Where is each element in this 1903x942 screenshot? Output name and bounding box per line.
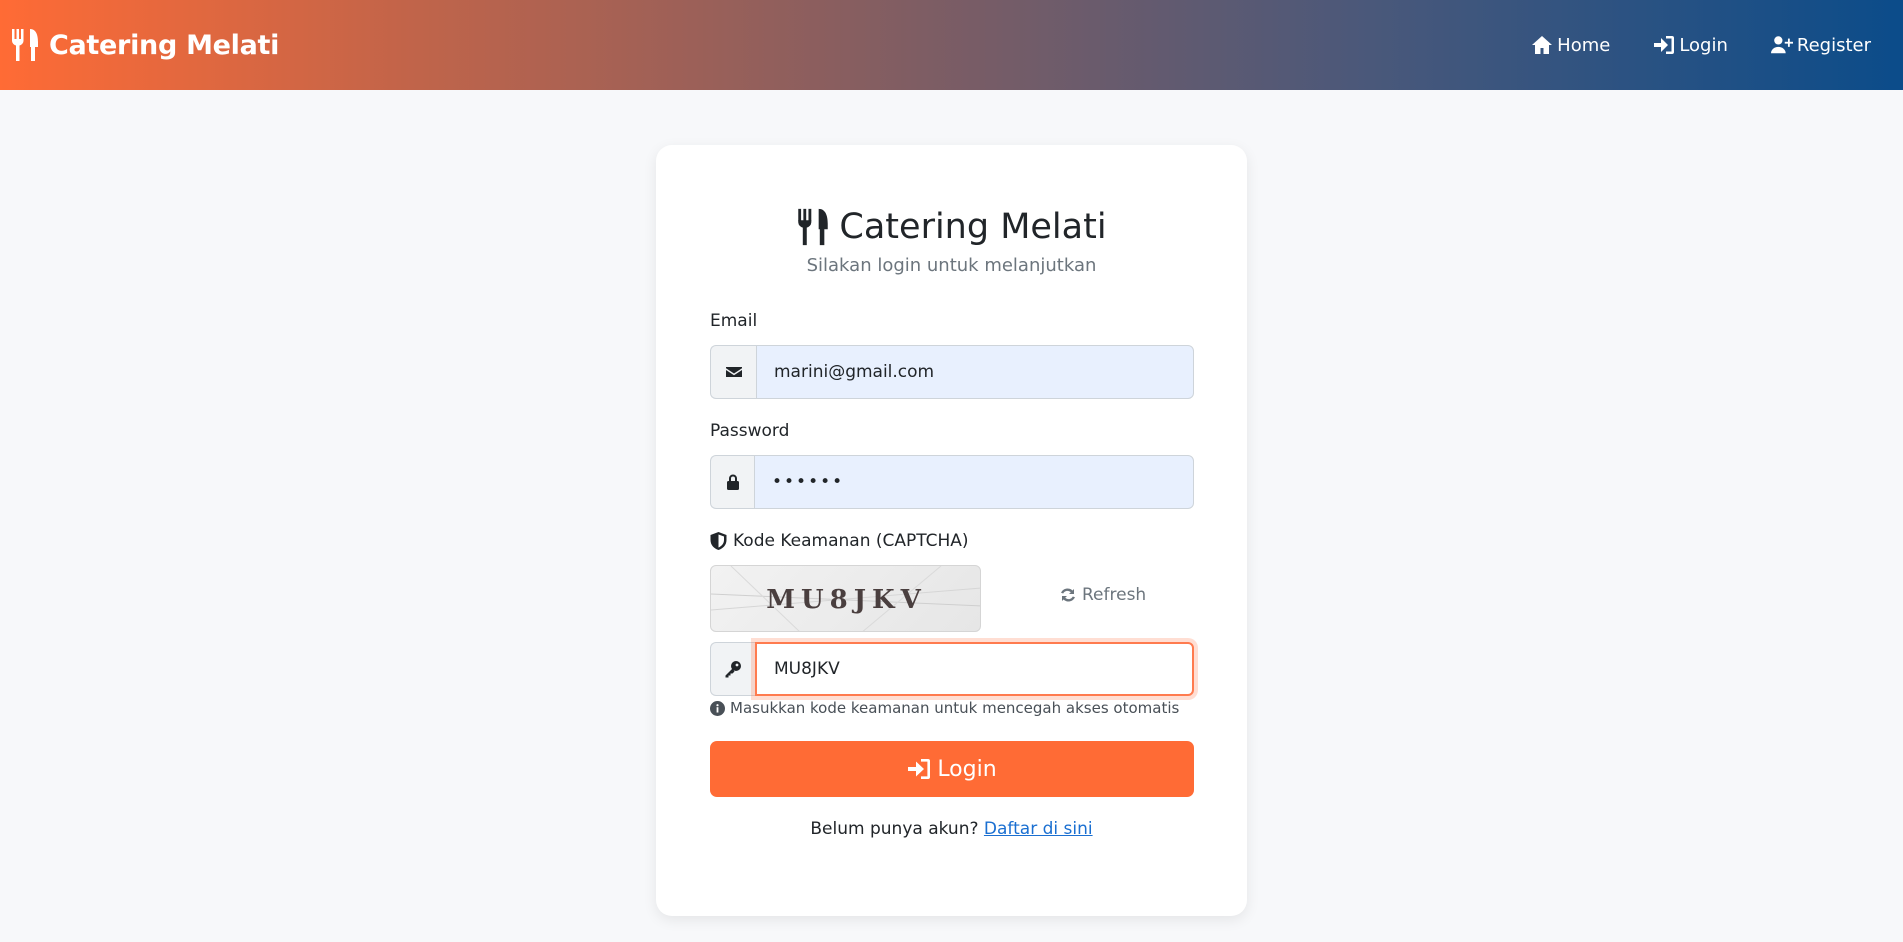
login-card: Catering Melati Silakan login untuk mela…: [656, 145, 1247, 916]
envelope-icon: [725, 367, 742, 377]
brand[interactable]: Catering Melati: [10, 29, 279, 61]
info-icon: [710, 700, 725, 716]
nav-register-label: Register: [1796, 34, 1871, 56]
email-input[interactable]: marini@gmail.com: [756, 345, 1194, 399]
captcha-help-text: Masukkan kode keamanan untuk mencegah ak…: [730, 699, 1180, 717]
brand-name: Catering Melati: [49, 29, 280, 61]
nav-register[interactable]: Register: [1770, 34, 1871, 56]
nav-login-label: Login: [1679, 34, 1728, 56]
login-button-label: Login: [937, 756, 997, 782]
key-icon: [725, 661, 741, 678]
refresh-icon: [1061, 588, 1075, 602]
register-prompt: Belum punya akun?: [810, 819, 979, 839]
sign-in-icon: [908, 759, 931, 779]
utensils-icon: [12, 29, 38, 61]
nav-home[interactable]: Home: [1531, 35, 1610, 56]
captcha-label-text: Kode Keamanan (CAPTCHA): [733, 531, 969, 551]
utensils-icon: [798, 208, 829, 246]
captcha-text: MU8JKV: [766, 584, 927, 615]
sign-in-icon: [1654, 36, 1675, 54]
nav-home-label: Home: [1557, 34, 1611, 56]
password-group: ••••••: [710, 455, 1194, 509]
email-group: marini@gmail.com: [710, 345, 1194, 399]
card-title: Catering Melati: [656, 202, 1247, 252]
captcha-refresh-button[interactable]: Refresh: [1059, 585, 1146, 605]
home-icon: [1532, 36, 1553, 54]
captcha-help: Masukkan kode keamanan untuk mencegah ak…: [710, 699, 1179, 717]
card-title-text: Catering Melati: [839, 207, 1107, 247]
nav-login[interactable]: Login: [1653, 35, 1728, 56]
password-input[interactable]: ••••••: [754, 455, 1194, 509]
refresh-label: Refresh: [1082, 585, 1147, 605]
password-label: Password: [710, 421, 790, 441]
captcha-input-group: MU8JKV: [710, 642, 1194, 696]
captcha-image: MU8JKV: [710, 565, 981, 632]
email-label: Email: [710, 311, 758, 331]
navbar: Catering Melati Home Login Register: [0, 0, 1903, 90]
password-addon: [710, 455, 754, 509]
captcha-addon: [710, 642, 755, 696]
email-addon: [710, 345, 756, 399]
user-plus-icon: [1770, 36, 1793, 54]
nav-links: Home Login Register: [1488, 35, 1871, 56]
card-subtitle: Silakan login untuk melanjutkan: [806, 255, 1097, 276]
register-prompt-line: Belum punya akun? Daftar di sini: [656, 819, 1247, 839]
login-button[interactable]: Login: [710, 741, 1194, 797]
captcha-label: Kode Keamanan (CAPTCHA): [710, 531, 969, 551]
shield-icon: [710, 532, 727, 550]
captcha-input[interactable]: MU8JKV: [755, 642, 1194, 696]
lock-icon: [726, 474, 739, 490]
register-link[interactable]: Daftar di sini: [984, 819, 1093, 839]
